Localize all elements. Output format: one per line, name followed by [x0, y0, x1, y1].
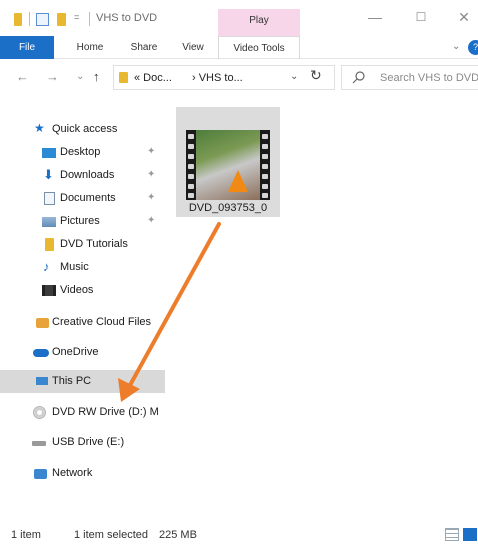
customize-quick-access-icon[interactable]: =	[74, 12, 79, 22]
pin-icon[interactable]: ✦	[147, 192, 155, 203]
file-item[interactable]: DVD_093753_0	[176, 107, 280, 217]
tab-file[interactable]: File	[0, 36, 54, 59]
nav-label: OneDrive	[52, 346, 99, 358]
network-icon	[34, 469, 47, 479]
back-icon[interactable]: ←	[16, 69, 29, 84]
refresh-icon[interactable]: ↻	[310, 67, 322, 84]
documents-icon	[44, 192, 55, 205]
up-icon[interactable]: ↑	[93, 69, 100, 84]
nav-item-onedrive[interactable]: OneDrive	[0, 341, 165, 364]
folder-icon	[14, 13, 22, 26]
folder-icon	[119, 72, 128, 83]
search-input[interactable]: Search VHS to DVD	[341, 65, 478, 90]
search-icon	[352, 71, 365, 84]
toolbar-separator	[29, 12, 30, 26]
breadcrumb-documents[interactable]: « Doc...	[134, 72, 172, 84]
expand-ribbon-icon[interactable]: ⌄	[452, 41, 460, 52]
nav-label: DVD Tutorials	[60, 238, 128, 250]
usb-drive-icon	[32, 441, 46, 446]
nav-label: USB Drive (E:)	[52, 436, 125, 448]
new-folder-icon[interactable]	[57, 13, 66, 26]
title-separator	[89, 12, 90, 26]
music-icon: ♪	[43, 259, 50, 274]
breadcrumb-vhs-to-dvd[interactable]: › VHS to...	[192, 72, 243, 84]
nav-item-desktop[interactable]: Desktop ✦	[0, 141, 165, 164]
nav-item-documents[interactable]: Documents ✦	[0, 187, 165, 210]
pin-icon[interactable]: ✦	[147, 169, 155, 180]
nav-item-usb-drive[interactable]: USB Drive (E:)	[0, 431, 165, 454]
nav-label: DVD RW Drive (D:) M	[52, 406, 159, 418]
nav-item-music[interactable]: ♪ Music	[0, 256, 165, 279]
pin-icon[interactable]: ✦	[147, 146, 155, 157]
video-file-icon	[186, 130, 270, 200]
nav-item-quick-access[interactable]: ★ Quick access	[0, 118, 165, 141]
details-view-icon[interactable]	[445, 528, 459, 541]
nav-item-dvd-tutorials[interactable]: DVD Tutorials	[0, 233, 165, 256]
selection-count: 1 item selected	[74, 529, 148, 541]
nav-item-dvd-drive[interactable]: DVD RW Drive (D:) M	[0, 401, 165, 424]
title-bar: = VHS to DVD Play — ☐ ✕	[0, 0, 478, 36]
nav-label: Desktop	[60, 146, 101, 158]
tab-share[interactable]: Share	[124, 36, 164, 59]
download-icon: ⬇	[43, 167, 54, 182]
film-strip	[260, 130, 270, 200]
nav-item-creative-cloud[interactable]: Creative Cloud Files	[0, 311, 165, 334]
desktop-icon	[42, 148, 56, 158]
creative-cloud-icon	[36, 318, 49, 328]
file-name: DVD_093753_0	[188, 202, 268, 214]
videos-icon	[42, 285, 56, 296]
nav-label: Music	[60, 261, 89, 273]
nav-item-network[interactable]: Network	[0, 462, 165, 485]
film-strip	[186, 130, 196, 200]
computer-icon	[36, 377, 48, 385]
pictures-icon	[42, 217, 56, 227]
nav-label: Network	[52, 467, 93, 479]
star-icon: ★	[34, 121, 45, 135]
address-field[interactable]: « Doc... › VHS to... ⌄	[113, 65, 335, 90]
file-list: DVD_093753_0	[166, 95, 478, 515]
pin-icon[interactable]: ✦	[147, 215, 155, 226]
properties-icon[interactable]	[36, 13, 49, 26]
nav-label: Downloads	[60, 169, 115, 181]
nav-item-pictures[interactable]: Pictures ✦	[0, 210, 165, 233]
nav-item-downloads[interactable]: ⬇ Downloads ✦	[0, 164, 165, 187]
large-icons-view-icon[interactable]	[463, 528, 477, 541]
close-icon[interactable]: ✕	[453, 6, 475, 28]
cloud-icon	[33, 349, 49, 357]
tab-video-tools[interactable]: Video Tools	[218, 36, 300, 59]
nav-label: Quick access	[52, 123, 118, 135]
forward-icon[interactable]: →	[46, 69, 59, 84]
nav-label: Creative Cloud Files	[52, 316, 152, 328]
tab-home[interactable]: Home	[70, 36, 110, 59]
nav-label: This PC	[52, 375, 92, 387]
disc-icon	[33, 406, 46, 419]
recent-locations-icon[interactable]: ⌄	[76, 71, 84, 82]
maximize-icon[interactable]: ☐	[410, 6, 432, 28]
status-bar: 1 item 1 item selected 225 MB	[0, 524, 478, 546]
nav-label: Videos	[60, 284, 94, 296]
nav-item-videos[interactable]: Videos	[0, 279, 165, 302]
chevron-down-icon[interactable]: ⌄	[290, 71, 298, 82]
nav-item-this-pc[interactable]: This PC	[0, 370, 165, 393]
navigation-pane: ★ Quick access Desktop ✦ ⬇ Downloads ✦ D…	[0, 110, 165, 510]
minimize-icon[interactable]: —	[364, 6, 386, 28]
item-count: 1 item	[11, 529, 41, 541]
folder-icon	[45, 238, 54, 251]
search-placeholder: Search VHS to DVD	[380, 72, 478, 84]
address-toolbar: ← → ⌄ ↑ « Doc... › VHS to... ⌄ ↻ Search …	[0, 61, 478, 93]
ribbon-tabs: File Home Share View Video Tools ⌄ ?	[0, 36, 478, 59]
tab-view[interactable]: View	[176, 36, 210, 59]
help-icon[interactable]: ?	[468, 40, 478, 55]
contextual-tab-play[interactable]: Play	[218, 9, 300, 36]
nav-label: Documents	[60, 192, 116, 204]
selection-size: 225 MB	[159, 529, 197, 541]
window-title: VHS to DVD	[96, 12, 158, 24]
nav-label: Pictures	[60, 215, 100, 227]
vlc-cone-icon	[228, 170, 248, 192]
